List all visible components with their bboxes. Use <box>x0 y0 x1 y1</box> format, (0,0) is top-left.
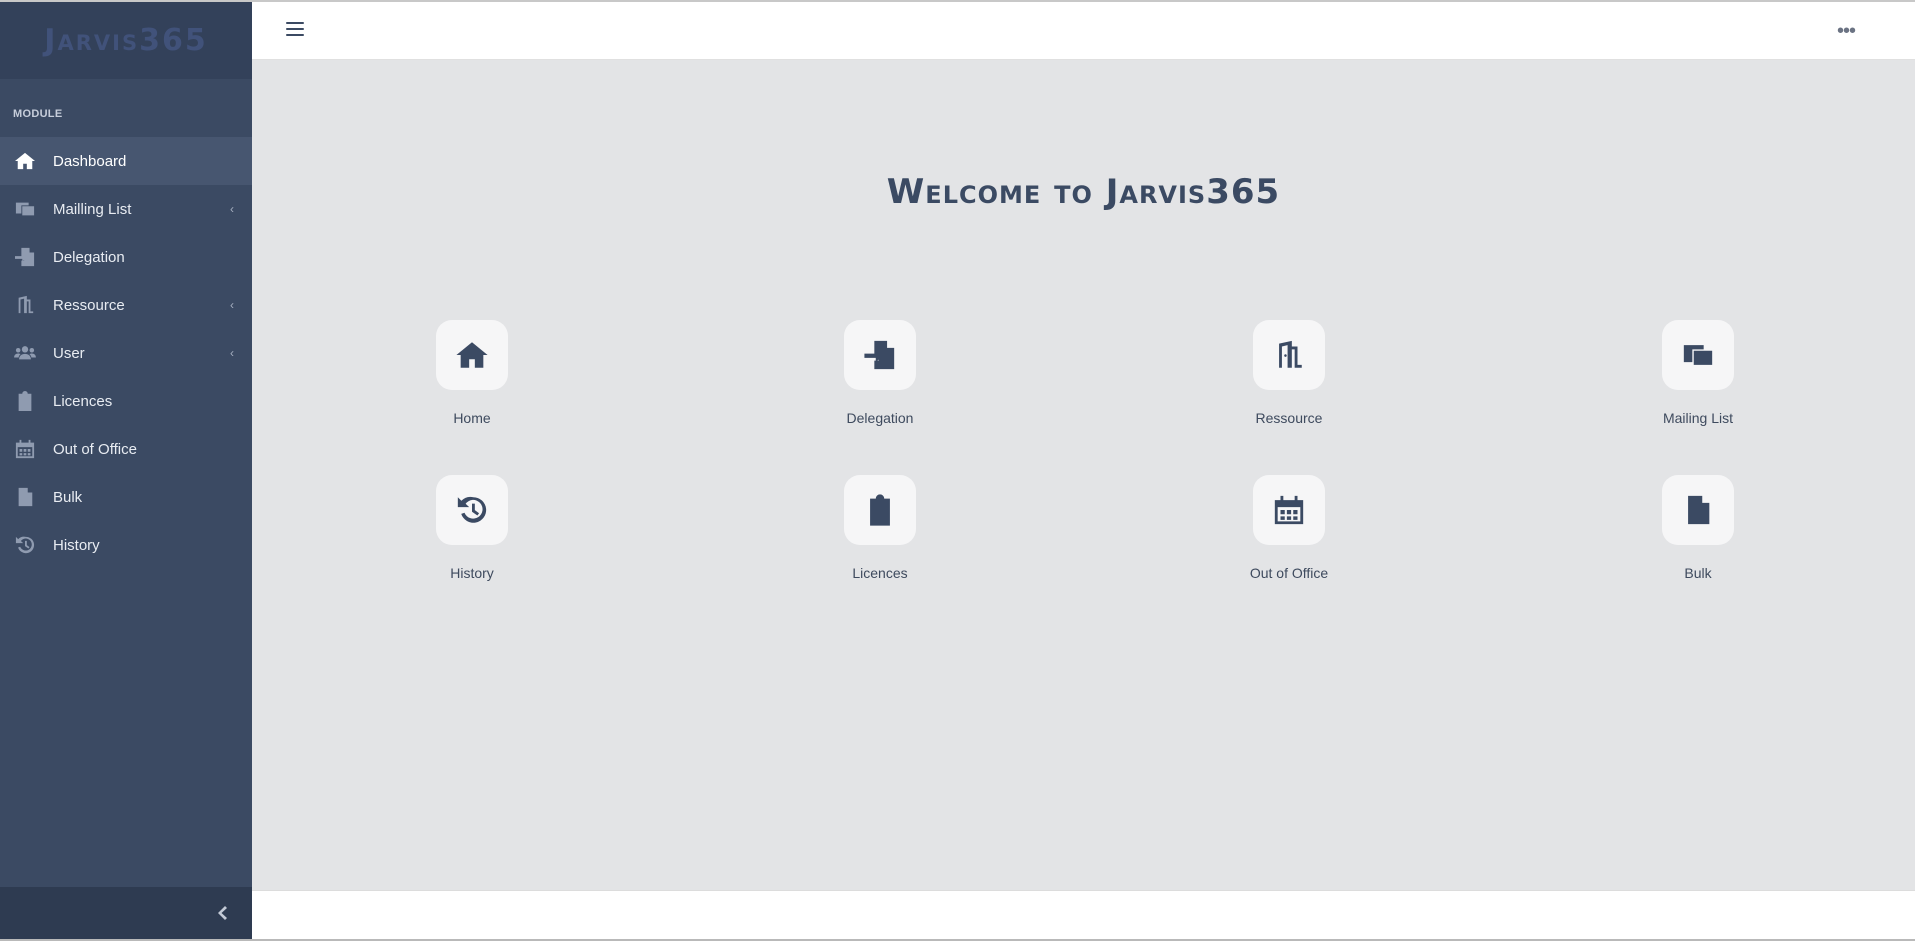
tile-licences[interactable]: Licences <box>810 475 950 581</box>
tile-delegation[interactable]: Delegation <box>810 320 950 426</box>
delegation-icon <box>12 246 38 268</box>
chevron-left-icon <box>218 906 227 920</box>
sidebar-item-label: History <box>53 536 100 554</box>
chevron-left-icon[interactable]: ‹ <box>230 298 234 312</box>
tile-icon-box[interactable] <box>1662 320 1734 390</box>
tile-label: History <box>450 565 494 581</box>
file-upload-icon <box>1688 495 1710 525</box>
main-content: Welcome to Jarvis365 Home Delegation Res… <box>252 60 1915 889</box>
tile-icon-box[interactable] <box>1253 475 1325 545</box>
sidebar-item-label: Out of Office <box>53 440 137 458</box>
brand-header: Jarvis365 <box>0 2 252 79</box>
tile-label: Licences <box>852 565 908 581</box>
sidebar-item-ressource[interactable]: Ressource ‹ <box>0 281 252 329</box>
page-title: Welcome to Jarvis365 <box>886 172 1281 212</box>
tile-label: Bulk <box>1684 565 1712 581</box>
mailing-list-icon <box>12 198 38 220</box>
sidebar-item-user[interactable]: User ‹ <box>0 329 252 377</box>
tile-icon-box[interactable] <box>436 320 508 390</box>
chevron-left-icon[interactable]: ‹ <box>230 202 234 216</box>
tile-mailing-list[interactable]: Mailing List <box>1628 320 1768 426</box>
tile-history[interactable]: History <box>402 475 542 581</box>
history-icon <box>457 496 487 523</box>
home-icon <box>456 342 488 368</box>
tile-label: Ressource <box>1255 410 1323 426</box>
brand-logo-text[interactable]: Jarvis365 <box>44 23 207 58</box>
clipboard-icon <box>12 390 38 412</box>
users-icon <box>12 342 38 364</box>
tile-ressource[interactable]: Ressource <box>1219 320 1359 426</box>
sidebar-item-label: User <box>53 344 85 362</box>
sidebar-item-delegation[interactable]: Delegation <box>0 233 252 281</box>
tile-icon-box[interactable] <box>1253 320 1325 390</box>
clipboard-icon <box>870 494 890 526</box>
tile-label: Home <box>453 410 491 426</box>
tile-label: Out of Office <box>1249 565 1329 581</box>
sidebar-footer <box>0 887 252 939</box>
sidebar-item-dashboard[interactable]: Dashboard <box>0 137 252 185</box>
sidebar-item-label: Delegation <box>53 248 125 266</box>
sidebar-item-label: Licences <box>53 392 113 410</box>
calendar-icon <box>12 438 38 460</box>
tile-home[interactable]: Home <box>402 320 542 426</box>
mailing-list-icon <box>1683 345 1713 365</box>
sidebar-item-label: Dashboard <box>53 152 127 170</box>
page-footer <box>252 890 1915 940</box>
tile-label: Mailing List <box>1662 410 1734 426</box>
tile-label: Delegation <box>846 410 914 426</box>
sidebar-menu: Dashboard Mailling List ‹ Delegation Res… <box>0 137 252 569</box>
calendar-icon <box>1274 495 1304 525</box>
sidebar-item-label: Bulk <box>53 488 83 506</box>
sidebar-item-licences[interactable]: Licences <box>0 377 252 425</box>
sidebar: Jarvis365 MODULE Dashboard Mailling List… <box>0 2 252 939</box>
tile-icon-box[interactable] <box>436 475 508 545</box>
sidebar-item-bulk[interactable]: Bulk <box>0 473 252 521</box>
tile-icon-box[interactable] <box>844 475 916 545</box>
sidebar-item-out-of-office[interactable]: Out of Office <box>0 425 252 473</box>
door-icon <box>1274 340 1302 368</box>
tile-icon-box[interactable] <box>1662 475 1734 545</box>
sidebar-collapse-button[interactable] <box>212 903 232 923</box>
home-icon <box>12 150 38 172</box>
sidebar-item-label: Ressource <box>53 296 125 314</box>
top-bar: ••• <box>252 2 1915 60</box>
hamburger-icon[interactable] <box>286 22 304 38</box>
more-icon[interactable]: ••• <box>1837 20 1856 43</box>
sidebar-item-mailing-list[interactable]: Mailling List ‹ <box>0 185 252 233</box>
tile-icon-box[interactable] <box>844 320 916 390</box>
sidebar-item-label: Mailling List <box>53 200 132 218</box>
file-upload-icon <box>12 486 38 508</box>
history-icon <box>12 534 38 556</box>
tile-bulk[interactable]: Bulk <box>1628 475 1768 581</box>
delegation-icon <box>864 340 895 370</box>
sidebar-item-history[interactable]: History <box>0 521 252 569</box>
sidebar-section-label: MODULE <box>13 108 63 120</box>
door-icon <box>12 294 38 316</box>
chevron-left-icon[interactable]: ‹ <box>230 346 234 360</box>
tile-out-of-office[interactable]: Out of Office <box>1219 475 1359 581</box>
